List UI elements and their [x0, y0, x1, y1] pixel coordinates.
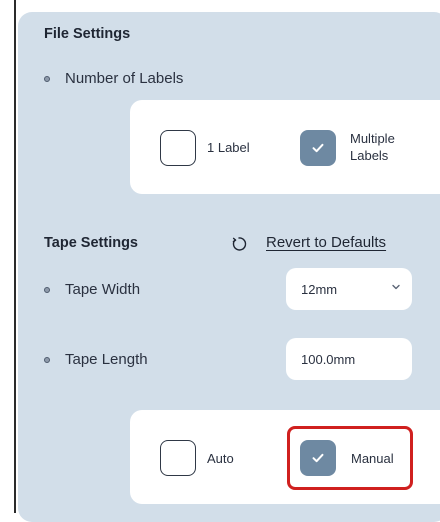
- auto-label: Auto: [207, 451, 234, 466]
- settings-panel: File Settings Number of Labels 1 Label M…: [18, 12, 440, 522]
- check-icon: [312, 453, 324, 463]
- tape-length-input[interactable]: 100.0mm: [286, 338, 412, 380]
- number-of-labels-label: Number of Labels: [65, 70, 184, 87]
- one-label-checkbox[interactable]: [160, 130, 196, 166]
- number-of-labels-card: 1 Label Multiple Labels: [130, 100, 440, 194]
- auto-checkbox[interactable]: [160, 440, 196, 476]
- one-label-label: 1 Label: [207, 140, 250, 155]
- manual-checkbox[interactable]: [300, 440, 336, 476]
- tape-width-row: Tape Width: [44, 281, 140, 298]
- tape-width-label: Tape Width: [65, 281, 141, 298]
- bullet-icon: [44, 75, 50, 82]
- revert-to-defaults-link[interactable]: Revert to Defaults: [266, 234, 386, 251]
- tape-width-value: 12mm: [301, 281, 338, 297]
- chevron-down-icon: [392, 284, 400, 290]
- multiple-labels-checkbox[interactable]: [300, 130, 336, 166]
- number-of-labels-row: Number of Labels: [44, 70, 183, 87]
- tape-length-label: Tape Length: [65, 351, 148, 368]
- revert-icon[interactable]: [231, 236, 247, 252]
- check-icon: [312, 143, 324, 153]
- tape-length-row: Tape Length: [44, 351, 148, 368]
- tape-length-mode-card: Auto Manual: [130, 410, 440, 504]
- bullet-icon: [44, 356, 50, 363]
- bullet-icon: [44, 286, 50, 293]
- manual-label: Manual: [351, 451, 394, 466]
- tape-width-select[interactable]: 12mm: [286, 268, 412, 310]
- multiple-labels-label: Multiple Labels: [350, 131, 395, 163]
- file-settings-title: File Settings: [44, 26, 131, 42]
- tape-length-value: 100.0mm: [301, 351, 356, 367]
- tape-settings-title: Tape Settings: [44, 235, 138, 251]
- left-divider: [14, 0, 16, 513]
